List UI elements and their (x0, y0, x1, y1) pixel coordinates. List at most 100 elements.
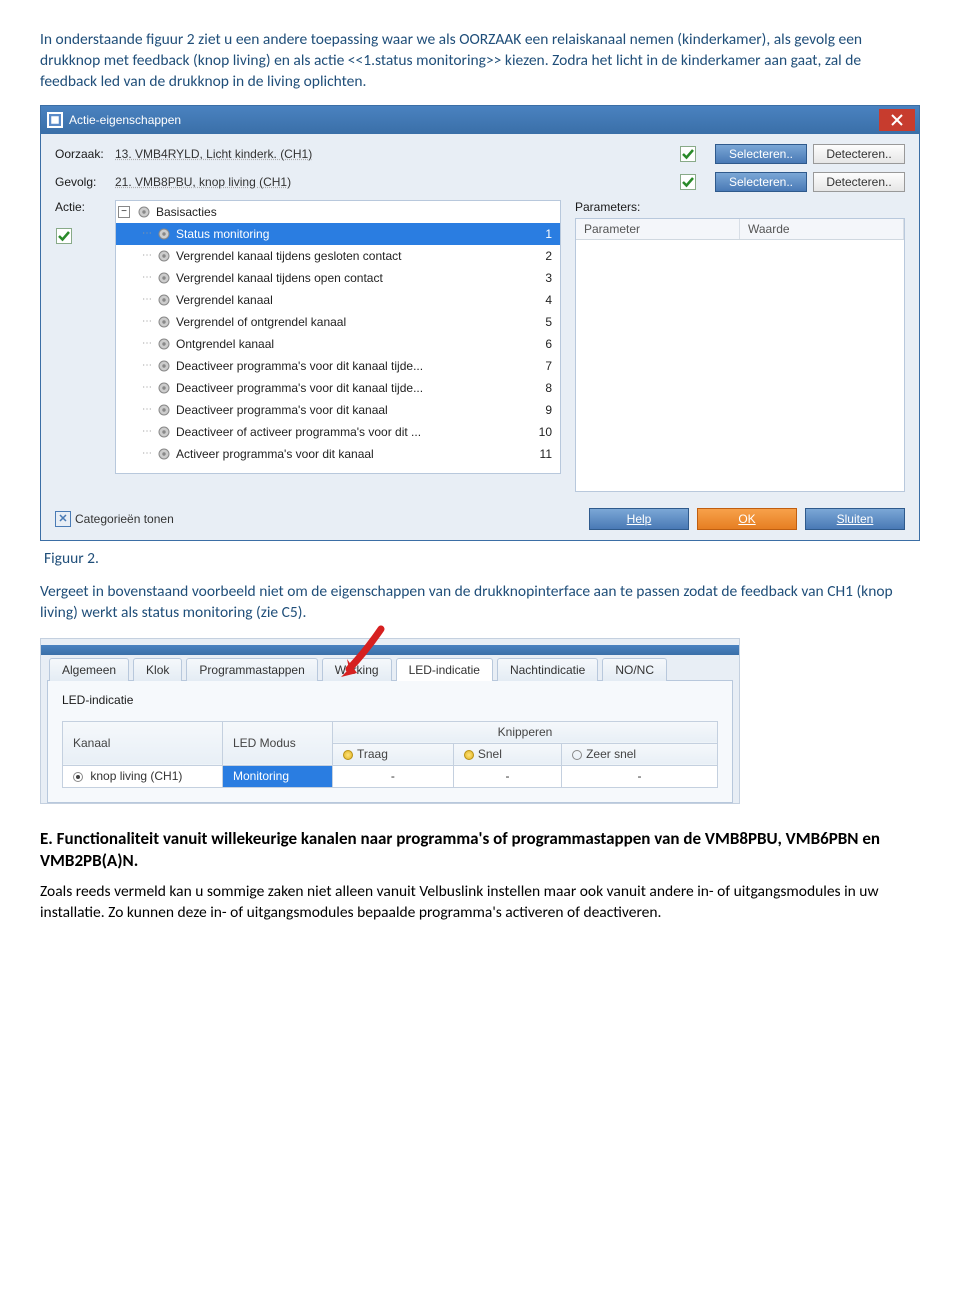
cell-traag: - (333, 765, 454, 787)
gear-icon (136, 204, 152, 220)
tree-item[interactable]: ⋯ Status monitoring1 (116, 223, 560, 245)
col-kanaal: Kanaal (63, 721, 223, 765)
gevolg-label: Gevolg: (55, 175, 115, 189)
tree-item-label: Status monitoring (176, 227, 532, 241)
gear-icon (156, 424, 172, 440)
tab-werking[interactable]: Werking (322, 658, 392, 681)
tree-connector: ⋯ (142, 338, 152, 349)
tree-connector: ⋯ (142, 228, 152, 239)
tree-connector: ⋯ (142, 448, 152, 459)
parameters-label: Parameters: (575, 200, 905, 214)
detect-gevolg-button[interactable]: Detecteren.. (813, 172, 905, 192)
col-knipperen: Knipperen (333, 721, 718, 743)
tree-connector: ⋯ (142, 382, 152, 393)
tree-item[interactable]: ⋯Activeer programma's voor dit kanaal11 (116, 443, 560, 465)
tree-item-number: 6 (532, 337, 560, 351)
param-header: Parameter Waarde (576, 219, 904, 240)
tree-item-number: 5 (532, 315, 560, 329)
gear-icon (156, 226, 172, 242)
categories-button[interactable]: Categorieën tonen (75, 512, 174, 526)
ok-button[interactable]: OK (697, 508, 797, 530)
tree-item-number: 9 (532, 403, 560, 417)
select-oorzaak-button[interactable]: Selecteren.. (715, 144, 807, 164)
tab-no-nc[interactable]: NO/NC (602, 658, 667, 681)
tree-item[interactable]: ⋯ Deactiveer programma's voor dit kanaal9 (116, 399, 560, 421)
dialog-icon (47, 112, 63, 128)
tree-connector: ⋯ (142, 294, 152, 305)
led-yellow-icon (464, 750, 474, 760)
tree-item-label: Vergrendel kanaal tijdens gesloten conta… (176, 249, 532, 263)
tree-item-label: Deactiveer of activeer programma's voor … (176, 425, 532, 439)
tree-connector: ⋯ (142, 272, 152, 283)
intro-paragraph: In onderstaande figuur 2 ziet u een ande… (40, 30, 920, 93)
cell-ledmodus[interactable]: Monitoring (223, 765, 333, 787)
check-icon (55, 228, 73, 244)
gear-icon (156, 402, 172, 418)
led-section-label: LED-indicatie (62, 693, 718, 707)
detect-oorzaak-button[interactable]: Detecteren.. (813, 144, 905, 164)
action-properties-dialog: Actie-eigenschappen Oorzaak: 13. VMB4RYL… (40, 105, 920, 541)
tab-led-indicatie[interactable]: LED-indicatie (396, 658, 493, 681)
tree-item-number: 10 (532, 425, 560, 439)
action-tree[interactable]: − Basisacties ⋯Status monitoring1⋯Vergre… (115, 200, 561, 474)
tree-item[interactable]: ⋯Ontgrendel kanaal6 (116, 333, 560, 355)
tree-connector: ⋯ (142, 404, 152, 415)
tree-item-number: 1 (532, 227, 560, 241)
tree-item-label: Deactiveer programma's voor dit kanaal t… (176, 359, 532, 373)
gear-icon (156, 358, 172, 374)
gear-icon (156, 270, 172, 286)
tab-klok[interactable]: Klok (133, 658, 182, 681)
tree-item[interactable]: ⋯Vergrendel of ontgrendel kanaal5 (116, 311, 560, 333)
tab-bar: AlgemeenKlokProgrammastappenWerkingLED-i… (41, 658, 739, 681)
check-icon (679, 174, 697, 190)
cell-snel: - (453, 765, 561, 787)
gevolg-value[interactable]: 21. VMB8PBU, knop living (CH1) (115, 173, 679, 191)
gear-icon (156, 446, 172, 462)
section-e-body: Zoals reeds vermeld kan u sommige zaken … (40, 882, 920, 924)
gear-icon (156, 314, 172, 330)
table-row[interactable]: knop living (CH1) Monitoring - - - (63, 765, 718, 787)
tree-item[interactable]: ⋯ Deactiveer programma's voor dit kanaal … (116, 355, 560, 377)
help-button[interactable]: Help (589, 508, 689, 530)
x-icon[interactable]: ✕ (55, 511, 71, 527)
led-table: Kanaal LED Modus Knipperen Traag Snel Ze… (62, 721, 718, 788)
tree-connector: ⋯ (142, 250, 152, 261)
tab-programmastappen[interactable]: Programmastappen (186, 658, 317, 681)
tree-item[interactable]: ⋯ Deactiveer programma's voor dit kanaal … (116, 377, 560, 399)
tree-root[interactable]: − Basisacties (116, 201, 560, 223)
col-zeersnel: Zeer snel (562, 743, 718, 765)
oorzaak-label: Oorzaak: (55, 147, 115, 161)
tree-item-number: 7 (532, 359, 560, 373)
tree-item-label: Deactiveer programma's voor dit kanaal (176, 403, 532, 417)
oorzaak-row: Oorzaak: 13. VMB4RYLD, Licht kinderk. (C… (55, 144, 905, 164)
tree-item-label: Activeer programma's voor dit kanaal (176, 447, 532, 461)
radio-icon[interactable] (73, 772, 83, 782)
parameters-panel: Parameter Waarde (575, 218, 905, 492)
tree-connector: ⋯ (142, 360, 152, 371)
oorzaak-value[interactable]: 13. VMB4RYLD, Licht kinderk. (CH1) (115, 145, 679, 163)
tree-item[interactable]: ⋯Deactiveer of activeer programma's voor… (116, 421, 560, 443)
close-icon[interactable] (879, 109, 915, 131)
tree-item-label: Deactiveer programma's voor dit kanaal t… (176, 381, 532, 395)
tree-item[interactable]: ⋯Vergrendel kanaal4 (116, 289, 560, 311)
param-col-value: Waarde (740, 219, 904, 239)
tab-nachtindicatie[interactable]: Nachtindicatie (497, 658, 598, 681)
tree-item-number: 8 (532, 381, 560, 395)
collapse-icon[interactable]: − (118, 206, 130, 218)
tree-item-number: 2 (532, 249, 560, 263)
cell-kanaal: knop living (CH1) (63, 765, 223, 787)
close-button[interactable]: Sluiten (805, 508, 905, 530)
actie-label: Actie: (55, 200, 115, 214)
tree-item-number: 3 (532, 271, 560, 285)
tree-item-label: Vergrendel kanaal tijdens open contact (176, 271, 532, 285)
tree-item[interactable]: ⋯ Vergrendel kanaal tijdens open contact3 (116, 267, 560, 289)
dialog-title: Actie-eigenschappen (69, 113, 879, 127)
col-ledmodus: LED Modus (223, 721, 333, 765)
panel-topbar (41, 645, 739, 655)
select-gevolg-button[interactable]: Selecteren.. (715, 172, 807, 192)
tree-item[interactable]: ⋯ Vergrendel kanaal tijdens gesloten cont… (116, 245, 560, 267)
tree-item-label: Vergrendel of ontgrendel kanaal (176, 315, 532, 329)
led-yellow-icon (343, 750, 353, 760)
gear-icon (156, 248, 172, 264)
tab-algemeen[interactable]: Algemeen (49, 658, 129, 681)
